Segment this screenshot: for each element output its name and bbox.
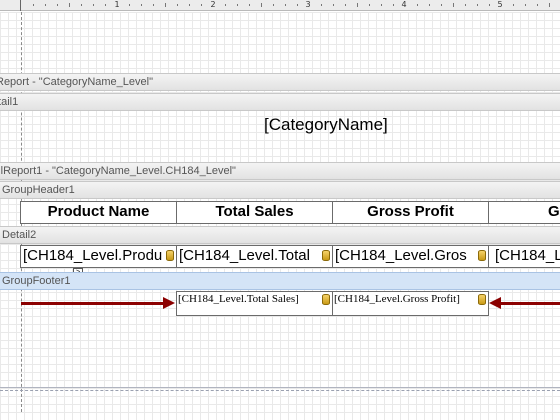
ruler-number-1: 1: [114, 0, 120, 9]
detail-cell-text: [CH184_L: [495, 247, 560, 264]
header-cell-partial[interactable]: G: [488, 201, 560, 224]
category-name-field[interactable]: [CategoryName]: [264, 115, 388, 135]
detail-cell-text: [CH184_Level.Produ: [23, 247, 163, 264]
header-cell-total-sales[interactable]: Total Sales: [176, 201, 333, 224]
database-field-icon: [478, 250, 486, 261]
ruler-number-3: 3: [305, 0, 311, 9]
footer-cell-text: [CH184_Level.Total Sales]: [178, 293, 299, 305]
database-field-icon: [478, 294, 486, 305]
arrow-right-shaft: [21, 302, 164, 305]
detail-cell-product-name[interactable]: [CH184_Level.Produ: [20, 245, 177, 268]
ruler-number-4: 4: [401, 0, 407, 9]
band-label: Detail1: [0, 96, 19, 108]
header-cell-gross-profit[interactable]: Gross Profit: [332, 201, 489, 224]
footer-cell-text: [CH184_Level.Gross Profit]: [334, 293, 460, 305]
band-detail1[interactable]: Detail1: [0, 93, 560, 111]
ruler-ticks: [20, 0, 550, 11]
ruler-number-5: 5: [497, 0, 503, 9]
detail-cell-gross-profit[interactable]: [CH184_Level.Gros: [332, 245, 489, 268]
band-detail2[interactable]: Detail2: [0, 226, 560, 244]
page-bottom-line: [0, 387, 560, 388]
detail-cell-text: [CH184_Level.Total: [179, 247, 310, 264]
detail-cell-total-sales[interactable]: [CH184_Level.Total: [176, 245, 333, 268]
band-group-footer1[interactable]: GroupFooter1: [0, 272, 560, 290]
footer-cell-gross-profit[interactable]: [CH184_Level.Gross Profit]: [332, 291, 489, 316]
band-label: GroupFooter1: [2, 275, 71, 287]
band-report-header[interactable]: Report - "CategoryName_Level": [0, 73, 560, 91]
database-field-icon: [166, 250, 174, 261]
band-label: Detail2: [2, 229, 37, 241]
band-label: DetailReport1 - "CategoryName_Level.CH18…: [0, 165, 236, 177]
horizontal-ruler: 1 2 3 4 5: [0, 0, 560, 11]
band-label: GroupHeader1: [2, 184, 75, 196]
database-field-icon: [322, 294, 330, 305]
ruler-number-2: 2: [210, 0, 216, 9]
arrow-left-shaft: [500, 302, 560, 305]
band-group-header1[interactable]: GroupHeader1: [0, 181, 560, 199]
page-bottom-margin-line: [0, 390, 560, 391]
database-field-icon: [322, 250, 330, 261]
band-detail-report1[interactable]: DetailReport1 - "CategoryName_Level.CH18…: [0, 162, 560, 180]
footer-cell-total-sales[interactable]: [CH184_Level.Total Sales]: [176, 291, 333, 316]
detail-cell-text: [CH184_Level.Gros: [335, 247, 467, 264]
header-cell-product-name[interactable]: Product Name: [20, 201, 177, 224]
band-label: Report - "CategoryName_Level": [0, 76, 153, 88]
arrow-right-icon: [163, 297, 175, 309]
detail-cell-partial[interactable]: [CH184_L: [488, 245, 560, 268]
